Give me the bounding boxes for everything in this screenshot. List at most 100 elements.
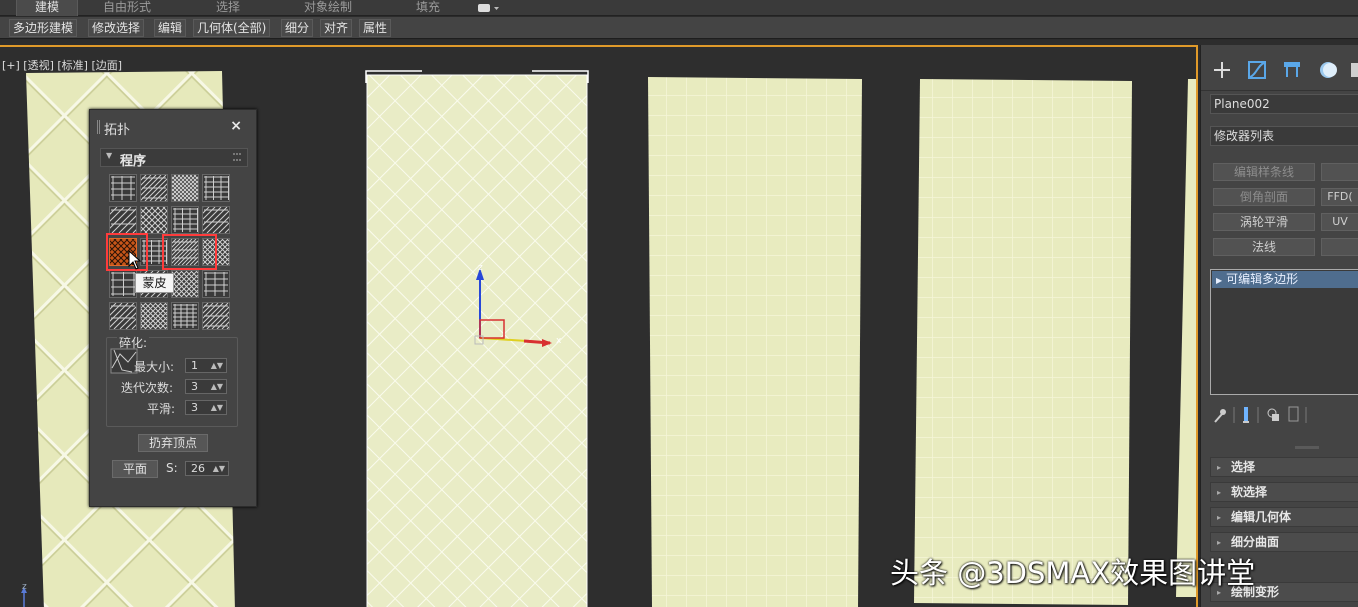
rollout-label: 选择 (1231, 460, 1256, 474)
show-end-result-icon (1243, 407, 1249, 423)
plane-square-grid[interactable] (646, 75, 864, 607)
display-icon[interactable] (1349, 59, 1358, 81)
collapse-arrow-icon: ▼ (106, 151, 113, 160)
max-size-value: 1 (191, 359, 198, 372)
geometry-all-button[interactable]: 几何体(全部) (193, 19, 271, 37)
properties-button[interactable]: 属性 (359, 19, 392, 37)
herringbone-pattern-icon[interactable] (171, 174, 199, 202)
modify-selection-button[interactable]: 修改选择 (88, 19, 145, 37)
fragment-group: 碎化: 最大小: 1 ▲▼ 迭代次数: 3 ▲▼ 平滑: 3 ▲▼ (106, 334, 238, 427)
mouse-cursor-icon (128, 249, 142, 273)
rollout-edit-geometry[interactable]: ▸ 编辑几何体 (1210, 507, 1358, 527)
remove-modifier-icon (1288, 406, 1299, 422)
s-spinner[interactable]: 26 ▲▼ (185, 461, 229, 476)
turbosmooth-button[interactable]: 涡轮平滑 (1213, 213, 1315, 231)
uv-button[interactable]: UV (1321, 213, 1358, 231)
s-value: 26 (191, 462, 205, 475)
rollout-soft-selection[interactable]: ▸ 软选择 (1210, 482, 1358, 502)
smooth-spinner[interactable]: 3 ▲▼ (185, 400, 227, 415)
stack-toolbar (1210, 402, 1358, 428)
max-size-label: 最大小: (134, 360, 175, 374)
tab-freeform[interactable]: 自由形式 (95, 0, 159, 16)
watermark-text: 头条 @3DSMAX效果图讲堂 (890, 556, 1256, 590)
highlight-box-target (162, 234, 217, 270)
gizmo-x-label: x (556, 336, 562, 346)
align-button[interactable]: 对齐 (320, 19, 353, 37)
stack-item-label: 可编辑多边形 (1226, 272, 1299, 286)
modifier-list-dropdown[interactable]: 修改器列表 (1210, 126, 1358, 146)
topology-panel: 拓扑 × ▼ 程序 碎化: 最大小: 1 ▲▼ 迭代次数: 3 ▲▼ 平滑: 3 ▲▼… (89, 109, 257, 507)
create-plus-icon[interactable] (1211, 59, 1233, 81)
stripe-pattern-icon[interactable] (171, 206, 199, 234)
hierarchy-icon[interactable] (1281, 59, 1303, 81)
procedure-section-header[interactable]: ▼ 程序 (100, 148, 248, 169)
expand-arrow-icon[interactable]: ▶ (1216, 276, 1222, 285)
normal-button[interactable]: 法线 (1213, 238, 1315, 256)
stack-item-editable-poly[interactable]: ▶ 可编辑多边形 (1212, 271, 1358, 288)
block-pattern-icon[interactable] (171, 302, 199, 330)
edit-spline-button[interactable]: 编辑样条线 (1213, 163, 1315, 181)
hex-pattern-icon[interactable] (202, 174, 230, 202)
ribbon-tabs: 建模 自由形式 选择 对象绘制 填充 (0, 0, 1358, 16)
tab-selection[interactable]: 选择 (208, 0, 248, 16)
topology-panel-title: 拓扑 (104, 123, 131, 138)
zigzag-pattern-icon[interactable] (109, 270, 137, 298)
close-icon[interactable]: × (230, 118, 242, 134)
ffd-button[interactable]: FFD( (1321, 188, 1358, 206)
discard-vertices-button[interactable]: 扔弃顶点 (138, 434, 208, 452)
plane-button[interactable]: 平面 (112, 460, 158, 478)
smooth-label: 平滑: (147, 402, 176, 416)
column-pattern-icon[interactable] (202, 302, 230, 330)
make-unique-icon (1267, 408, 1279, 421)
spinner-arrows-icon[interactable]: ▲▼ (211, 401, 223, 414)
iterations-spinner[interactable]: 3 ▲▼ (185, 379, 227, 394)
motion-icon[interactable] (1317, 59, 1339, 81)
pin-stack-icon (1214, 409, 1226, 423)
diamond-pattern-icon[interactable] (171, 270, 199, 298)
bevel-profile-button[interactable]: 倒角剖面 (1213, 188, 1315, 206)
ladder-pattern-icon[interactable] (140, 302, 168, 330)
modifier-stack[interactable]: ▶ 可编辑多边形 (1210, 269, 1358, 395)
rollout-selection[interactable]: ▸ 选择 (1210, 457, 1358, 477)
modeling-subtoolbar: 多边形建模 修改选择 编辑 几何体(全部) 细分 对齐 属性 (0, 17, 1358, 39)
modifier-button-blank-1[interactable] (1321, 163, 1358, 181)
basket-pattern-icon[interactable] (109, 206, 137, 234)
rollout-arrow-icon: ▸ (1217, 488, 1222, 497)
panel-splitter[interactable] (1295, 446, 1319, 449)
grid-pattern-icon[interactable] (202, 270, 230, 298)
skin-tooltip: 蒙皮 (135, 273, 174, 293)
tab-modeling[interactable]: 建模 (16, 0, 78, 16)
maze-pattern-icon[interactable] (140, 206, 168, 234)
object-name-field[interactable]: Plane002 (1210, 94, 1358, 114)
spinner-arrows-icon[interactable]: ▲▼ (211, 359, 223, 372)
procedure-section-label: 程序 (120, 154, 147, 169)
max-size-spinner[interactable]: 1 ▲▼ (185, 358, 227, 373)
tab-object-paint[interactable]: 对象绘制 (296, 0, 360, 16)
spinner-arrows-icon[interactable]: ▲▼ (213, 462, 225, 475)
rollout-label: 编辑几何体 (1231, 510, 1292, 524)
command-panel-tabs (1201, 45, 1358, 91)
plank-pattern-icon[interactable] (109, 302, 137, 330)
drag-dots-icon (233, 153, 241, 161)
polygon-modeling-button[interactable]: 多边形建模 (9, 19, 78, 37)
rollout-label: 细分曲面 (1231, 535, 1280, 549)
modify-curve-icon[interactable] (1246, 59, 1268, 81)
spinner-arrows-icon[interactable]: ▲▼ (211, 380, 223, 393)
rollout-arrow-icon: ▸ (1217, 463, 1222, 472)
corner-axis-label: z (22, 582, 27, 592)
plane-partial-edge[interactable] (1174, 77, 1196, 597)
smooth-value: 3 (191, 401, 198, 414)
edit-button[interactable]: 编辑 (154, 19, 187, 37)
brick-pattern-icon[interactable] (109, 174, 137, 202)
tab-populate[interactable]: 填充 (408, 0, 448, 16)
panel-grip[interactable] (97, 120, 100, 134)
brick-offset-pattern-icon[interactable] (140, 174, 168, 202)
command-panel: Plane002 修改器列表 编辑样条线 倒角剖面 FFD( 涡轮平滑 UV 法… (1200, 45, 1358, 607)
cross-pattern-icon[interactable] (202, 206, 230, 234)
rollout-subdivision-surface[interactable]: ▸ 细分曲面 (1210, 532, 1358, 552)
display-toggle-icon[interactable] (477, 2, 501, 14)
subdivision-button[interactable]: 细分 (281, 19, 314, 37)
modifier-button-blank-2[interactable] (1321, 238, 1358, 256)
iterations-value: 3 (191, 380, 198, 393)
plane-square-grid-2[interactable] (912, 77, 1134, 607)
